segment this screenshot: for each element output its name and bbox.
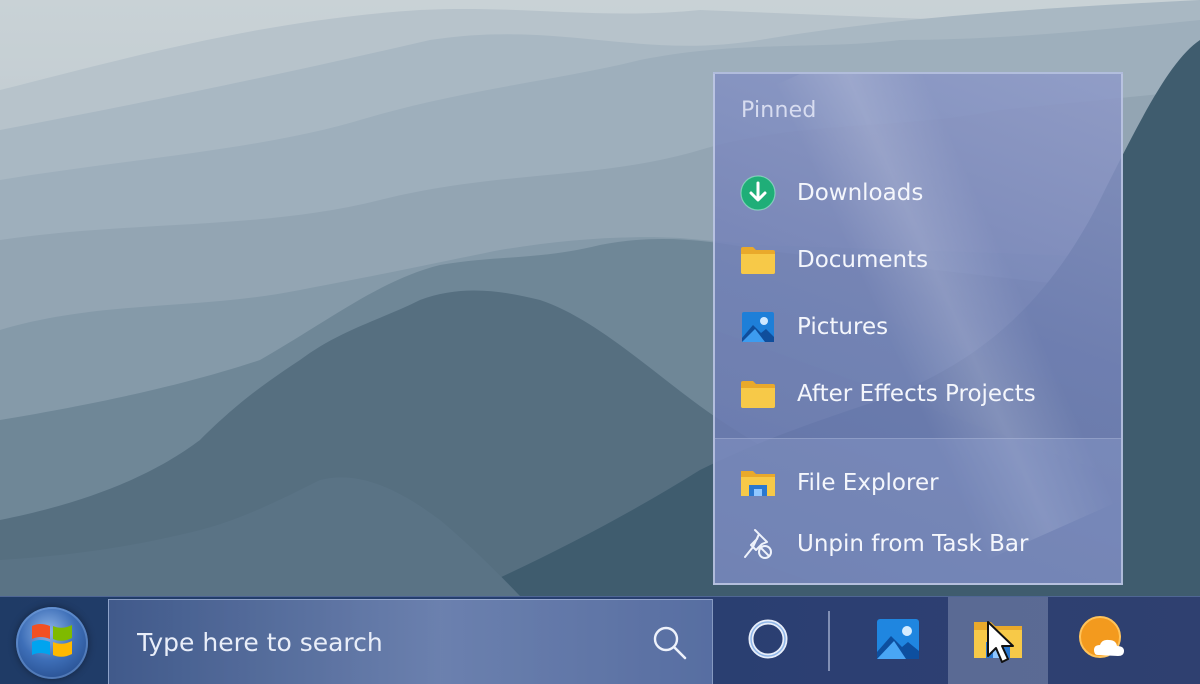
jump-list-heading: Pinned	[741, 98, 817, 123]
start-button[interactable]	[16, 607, 88, 679]
file-explorer-app-icon	[973, 618, 1023, 664]
jump-list-item-label: Documents	[797, 247, 929, 273]
photos-app-icon	[876, 618, 920, 664]
jump-list-item-label: Unpin from Task Bar	[797, 531, 1029, 557]
search-icon[interactable]	[652, 625, 688, 661]
folder-icon	[739, 241, 777, 279]
jump-list-item-documents[interactable]: Documents	[715, 233, 1121, 287]
jump-list-item-file-explorer[interactable]: File Explorer	[715, 456, 1121, 510]
taskbar-divider	[828, 611, 830, 671]
taskbar-app-file-explorer[interactable]	[948, 597, 1048, 684]
cortana-circle-icon	[746, 617, 790, 665]
jump-list-item-label: File Explorer	[797, 470, 939, 496]
windows-logo-icon	[30, 620, 74, 666]
jump-list-item-unpin[interactable]: Unpin from Task Bar	[715, 517, 1121, 571]
download-icon	[739, 174, 777, 212]
weather-app-icon	[1076, 615, 1128, 667]
unpin-icon	[739, 525, 777, 563]
file-explorer-icon	[739, 464, 777, 502]
jump-list-item-pictures[interactable]: Pictures	[715, 300, 1121, 354]
cortana-button[interactable]	[742, 615, 794, 667]
taskbar-jump-list: Pinned Downloads Documents Pictures Afte…	[713, 72, 1123, 585]
jump-list-item-downloads[interactable]: Downloads	[715, 166, 1121, 220]
jump-list-item-label: After Effects Projects	[797, 381, 1036, 407]
search-input[interactable]	[109, 600, 712, 684]
taskbar-search-box[interactable]	[108, 599, 713, 684]
jump-list-item-label: Pictures	[797, 314, 889, 340]
jump-list-item-label: Downloads	[797, 180, 924, 206]
taskbar-app-photos[interactable]	[848, 597, 948, 684]
taskbar	[0, 596, 1200, 684]
folder-icon	[739, 375, 777, 413]
jump-list-item-after-effects-projects[interactable]: After Effects Projects	[715, 367, 1121, 421]
pictures-icon	[739, 308, 777, 346]
taskbar-app-weather[interactable]	[1052, 597, 1152, 684]
